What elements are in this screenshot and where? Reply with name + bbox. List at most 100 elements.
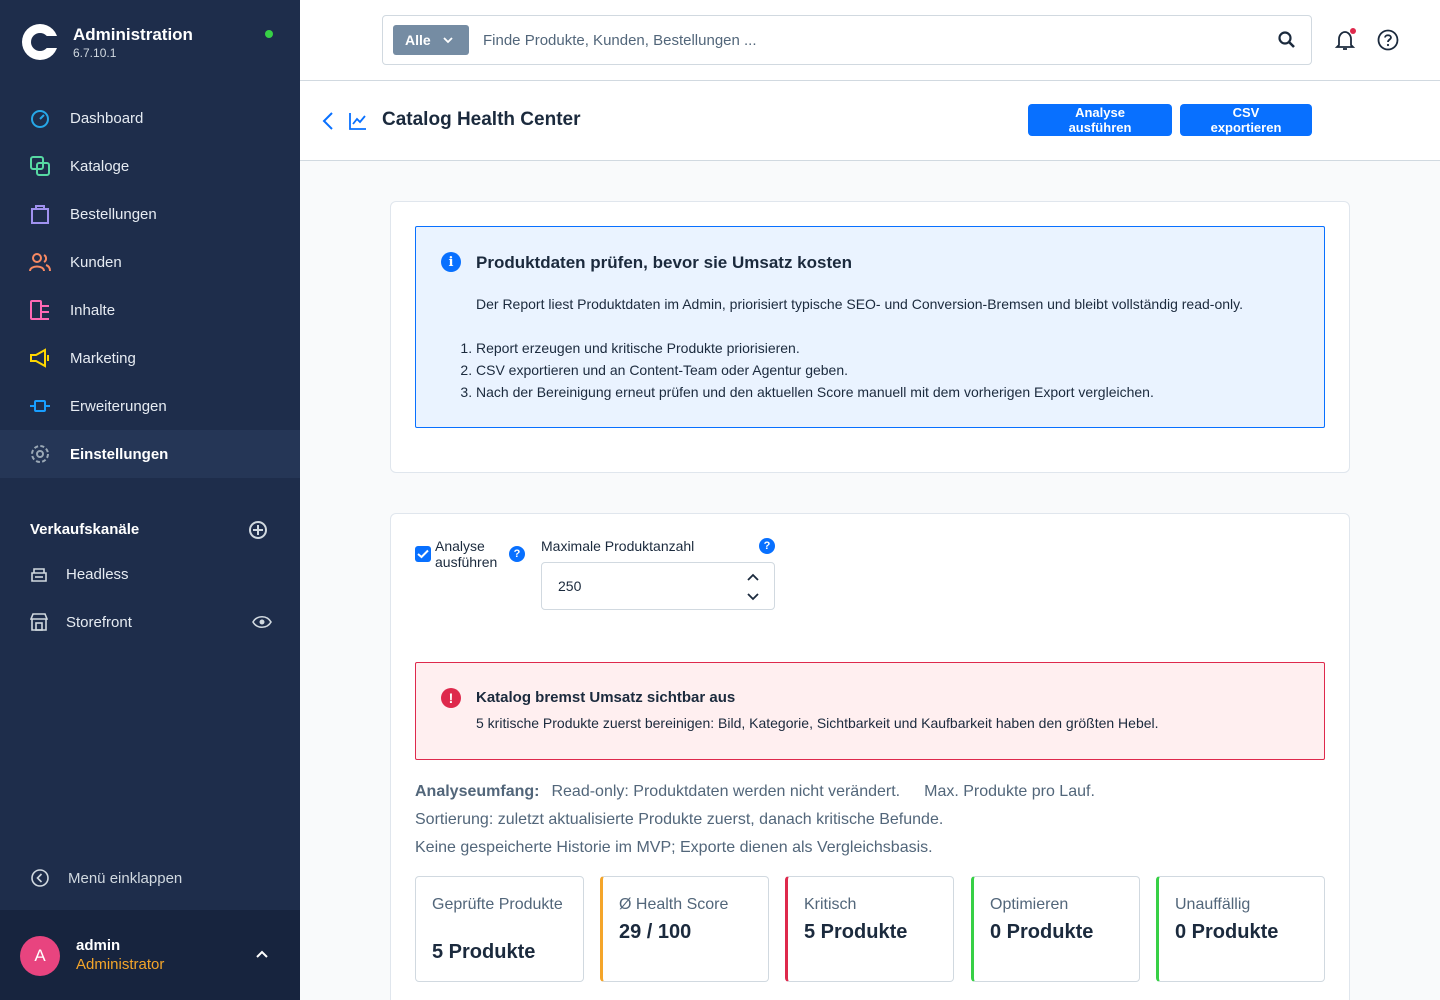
kpi-label: Ø Health Score	[619, 896, 729, 913]
avatar: A	[20, 936, 60, 976]
list-item: Nach der Bereinigung erneut prüfen und d…	[476, 381, 1296, 403]
sales-channel-headless[interactable]: Headless	[0, 550, 300, 598]
export-csv-button[interactable]: CSV exportieren	[1180, 104, 1312, 136]
nav-item-label: Dashboard	[70, 109, 144, 127]
smart-bar: Catalog Health Center Analyse ausführen …	[300, 81, 1440, 161]
chevron-up-icon[interactable]	[746, 571, 760, 583]
kpi-value: 0 Produkte	[990, 921, 1094, 943]
help-icon[interactable]	[1377, 29, 1399, 51]
user-menu[interactable]: A admin Administrator	[0, 910, 300, 1000]
nav-item-einstellungen[interactable]: Einstellungen	[0, 430, 300, 478]
run-analysis-button[interactable]: Analyse ausführen	[1028, 104, 1172, 136]
sales-channel-label: Headless	[66, 565, 129, 583]
kpi-label: Unauffällig	[1175, 896, 1251, 913]
scope-line: Keine gespeicherte Historie im MVP; Expo…	[415, 839, 933, 856]
search-input[interactable]	[483, 24, 1243, 56]
storefront-icon	[30, 613, 48, 631]
kpi-value: 5 Produkte	[432, 941, 536, 963]
global-search: Alle	[382, 15, 1312, 65]
max-products-field	[541, 562, 775, 610]
kpi-label: Optimieren	[990, 896, 1069, 913]
main-nav: Dashboard Kataloge Bestellungen Kunden I…	[0, 94, 300, 478]
nav-item-label: Einstellungen	[70, 445, 169, 463]
scope-label: Analyseumfang:	[415, 783, 540, 800]
content-icon	[30, 300, 49, 320]
user-role: Administrator	[76, 956, 165, 973]
sales-channel-label: Storefront	[66, 613, 132, 631]
brand[interactable]: Administration 6.7.10.1	[22, 22, 282, 62]
kpi-value: 29 / 100	[619, 921, 692, 943]
list-item: CSV exportieren und an Content-Team oder…	[476, 359, 1296, 381]
app-version: 6.7.10.1	[73, 46, 117, 60]
exclamation-icon: !	[441, 688, 461, 708]
sales-channel-storefront[interactable]: Storefront	[0, 598, 300, 646]
search-type-label: Alle	[405, 32, 431, 48]
nav-item-marketing[interactable]: Marketing	[0, 334, 300, 382]
max-products-input[interactable]	[558, 575, 718, 597]
nav-item-kataloge[interactable]: Kataloge	[0, 142, 300, 190]
nav-item-label: Inhalte	[70, 301, 116, 319]
kpi-card-optimize: Optimieren 0 Produkte	[971, 876, 1140, 982]
kpi-card-health-score: Ø Health Score 29 / 100	[600, 876, 769, 982]
nav-item-erweiterungen[interactable]: Erweiterungen	[0, 382, 300, 430]
plug-icon	[30, 400, 50, 412]
info-box: i Produktdaten prüfen, bevor sie Umsatz …	[415, 226, 1325, 428]
nav-item-kunden[interactable]: Kunden	[0, 238, 300, 286]
search-type-select[interactable]: Alle	[393, 25, 469, 55]
chevron-left-circle-icon	[31, 869, 49, 887]
search-icon[interactable]	[1277, 30, 1297, 50]
max-products-label: Maximale Produktanzahl	[541, 538, 695, 554]
list-item: Report erzeugen und kritische Produkte p…	[476, 337, 1296, 359]
nav-item-label: Marketing	[70, 349, 136, 367]
info-steps: Report erzeugen und kritische Produkte p…	[476, 337, 1296, 403]
kpi-label: Geprüfte Produkte	[432, 896, 563, 913]
kpi-card-unremarkable: Unauffällig 0 Produkte	[1156, 876, 1325, 982]
kpi-card-critical: Kritisch 5 Produkte	[785, 876, 954, 982]
scope-item: Read-only: Produktdaten werden nicht ver…	[551, 783, 901, 800]
run-analysis-checkbox[interactable]	[415, 546, 431, 562]
notification-badge	[1350, 28, 1356, 34]
critical-alert: ! Katalog bremst Umsatz sichtbar aus 5 k…	[415, 662, 1325, 760]
collapse-menu-button[interactable]: Menü einklappen	[0, 854, 300, 902]
chart-icon	[349, 113, 366, 130]
kpi-card-checked: Geprüfte Produkte 5 Produkte	[415, 876, 584, 982]
app-title: Administration	[73, 25, 193, 44]
nav-item-dashboard[interactable]: Dashboard	[0, 94, 300, 142]
headless-icon	[31, 568, 47, 582]
gear-icon	[31, 445, 49, 463]
help-circle-icon[interactable]: ?	[759, 538, 775, 554]
info-icon: i	[441, 252, 461, 272]
megaphone-icon	[30, 348, 49, 368]
nav-item-label: Erweiterungen	[70, 397, 167, 415]
shopware-logo-icon	[22, 24, 60, 60]
users-icon	[29, 253, 51, 272]
nav-item-bestellungen[interactable]: Bestellungen	[0, 190, 300, 238]
dashboard-icon	[31, 110, 49, 128]
nav-item-inhalte[interactable]: Inhalte	[0, 286, 300, 334]
add-sales-channel-icon[interactable]	[249, 521, 267, 539]
sidebar: Administration 6.7.10.1 Dashboard Katalo…	[0, 0, 300, 1000]
nav-item-label: Bestellungen	[70, 205, 157, 223]
chevron-up-icon[interactable]	[254, 948, 270, 960]
page-title: Catalog Health Center	[382, 109, 581, 130]
scope-item: Max. Produkte pro Lauf.	[924, 783, 1095, 800]
shopping-bag-icon	[31, 205, 49, 224]
sales-channels-title: Verkaufskanäle	[30, 521, 140, 538]
info-text: Der Report liest Produktdaten im Admin, …	[476, 296, 1243, 312]
kpi-value: 5 Produkte	[804, 921, 908, 943]
kpi-row: Geprüfte Produkte 5 Produkte Ø Health Sc…	[415, 876, 1325, 982]
nav-item-label: Kunden	[70, 253, 122, 271]
back-icon[interactable]	[322, 111, 334, 131]
eye-icon[interactable]	[252, 614, 272, 630]
info-title: Produktdaten prüfen, bevor sie Umsatz ko…	[476, 253, 852, 272]
check-icon	[417, 549, 429, 559]
scope-line: Analyseumfang: Read-only: Produktdaten we…	[415, 778, 1325, 806]
run-analysis-checkbox-label[interactable]: Analyse ausführen	[435, 538, 505, 570]
chevron-down-icon[interactable]	[746, 591, 760, 603]
chevron-down-icon	[443, 37, 453, 44]
alert-title: Katalog bremst Umsatz sichtbar aus	[476, 689, 736, 706]
kpi-label: Kritisch	[804, 896, 857, 913]
intro-card: i Produktdaten prüfen, bevor sie Umsatz …	[390, 201, 1350, 473]
collapse-menu-label: Menü einklappen	[68, 869, 183, 887]
help-circle-icon[interactable]: ?	[509, 546, 525, 562]
